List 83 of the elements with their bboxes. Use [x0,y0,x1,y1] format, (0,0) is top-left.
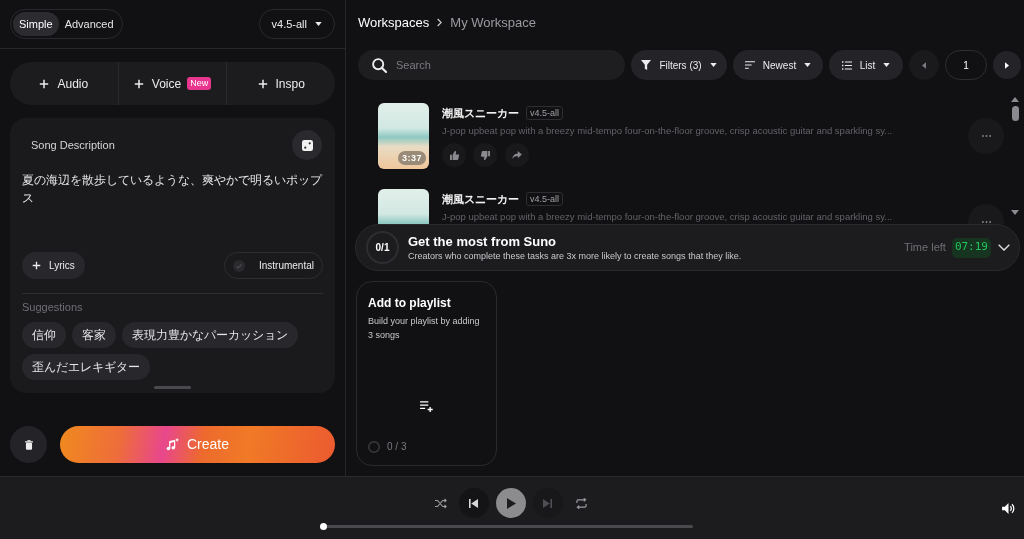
time-left-label: Time left [904,240,946,256]
view-button[interactable]: List [829,50,903,80]
volume-button[interactable] [1002,502,1015,514]
chevron-down-icon [998,244,1010,251]
play-icon [507,497,516,509]
drag-handle[interactable] [154,386,191,389]
scroll-down-icon [1011,210,1019,215]
skip-previous-icon [469,498,478,508]
add-button[interactable]: Audio [10,62,118,105]
progress-thumb[interactable] [319,523,327,530]
suggestion-chip[interactable]: 客家 [72,322,116,348]
previous-icon [922,61,926,69]
plus-icon [133,78,144,89]
sort-button[interactable]: Newest [733,50,823,80]
mode-tab[interactable]: Advanced [58,12,120,36]
suggestion-chip[interactable]: 歪んだエレキギター [22,354,150,380]
scroll-down-button[interactable] [1011,210,1019,215]
chevron-right-icon [437,18,443,27]
clear-button[interactable] [10,426,47,463]
section-label: Suggestions [22,300,83,314]
plus-icon [257,78,268,89]
task-card[interactable]: Add to playlist Build your playlist by adding 3 songs 0 / 3 [356,281,497,466]
add-button[interactable]: Voice New [117,62,227,105]
shuffle-button[interactable] [434,497,447,509]
volume-icon [1002,502,1015,514]
caret-icon [804,63,812,67]
countdown-timer: 07:19 [951,237,991,258]
trash-icon [24,439,33,450]
task-title: Add to playlist [368,296,452,310]
mode-tab[interactable]: Simple [13,12,59,36]
field-label: Song Description [31,137,115,153]
song-description: J-pop upbeat pop with a breezy mid-tempo four-on-the-floor groove, crisp acoustic guitar and sparkling sy... [442,211,893,223]
caret-icon [709,63,717,67]
plus-icon [32,261,41,270]
plus-icon [39,78,50,89]
task-description: Build your playlist by adding 3 songs [368,315,481,342]
music-note-sparkle-icon [166,438,179,451]
share-button[interactable] [505,143,529,167]
song-description: J-pop upbeat pop with a breezy mid-tempo four-on-the-floor groove, crisp acoustic guitar and sparkling sy... [442,125,893,137]
next-icon [1005,61,1009,69]
search-icon [372,58,387,73]
lyrics-button[interactable]: Lyrics [22,252,85,279]
version-tag: v4.5-all [526,106,563,120]
task-progress: 0 / 3 [387,440,407,454]
song-title[interactable]: 潮風スニーカー [442,104,519,122]
search-field[interactable]: Search [358,50,625,80]
scroll-up-icon [1011,97,1019,102]
banner-subtitle: Creators who complete these tasks are 3x more likely to create songs that they like. [408,249,742,262]
breadcrumb-link[interactable]: Workspaces [358,12,430,33]
duration-badge: 3:37 [398,151,426,165]
share-arrow-icon [512,151,522,159]
task-progress-ring: 0/1 [366,231,399,264]
suggestion-chip[interactable]: 表現力豊かなパーカッション [122,322,298,348]
random-button[interactable] [292,130,322,160]
version-tag: v4.5-all [526,192,563,206]
suggestion-chip[interactable]: 信仰 [22,322,66,348]
previous-track-button[interactable] [458,488,489,518]
caret-icon [883,63,891,67]
shuffle-icon [434,497,447,509]
thumbs-down-icon [480,150,490,160]
play-button[interactable] [495,488,526,518]
scrollbar-thumb[interactable] [1011,106,1019,121]
skip-next-icon [543,498,552,508]
breadcrumb-current: My Workspace [450,13,537,32]
dice-icon [301,139,313,151]
thumbs-up-icon [449,150,459,160]
progress-track[interactable] [322,525,693,528]
sort-icon [744,61,755,69]
banner-title: Get the most from Suno [408,233,558,250]
playlist-add-icon [420,401,433,412]
repeat-button[interactable] [575,497,587,509]
filter-button[interactable]: Filters (3) [631,50,727,80]
filter-icon [641,60,652,70]
dislike-button[interactable] [473,143,497,167]
add-button[interactable]: Inspo [226,62,335,105]
list-icon [841,60,852,70]
scroll-up-button[interactable] [1011,97,1019,102]
song-title[interactable]: 潮風スニーカー [442,190,519,208]
new-badge: New [187,77,212,90]
like-button[interactable] [442,143,466,167]
description-field[interactable]: 夏の海辺を散歩しているような、爽やかで明るいポップス [22,166,323,240]
repeat-icon [575,497,587,509]
caret-icon [315,22,322,26]
